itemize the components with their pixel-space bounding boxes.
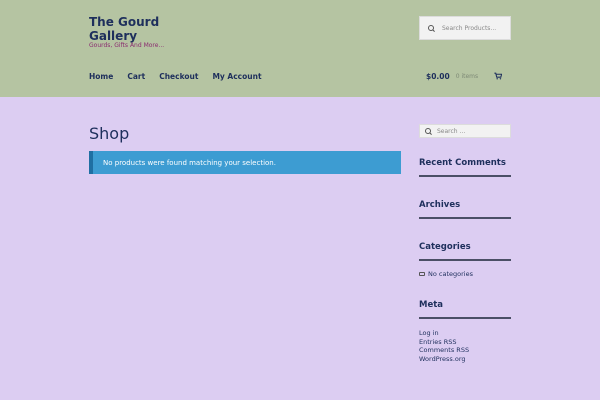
nav-item-my-account[interactable]: My Account [212,72,261,81]
sidebar-search-placeholder: Search ... [437,127,466,135]
search-icon [428,24,435,32]
sidebar-search-field[interactable]: Search ... [419,124,511,138]
no-categories-text: No categories [428,270,473,278]
meta-heading: Meta [419,300,511,319]
nav-item-cart[interactable]: Cart [127,72,145,81]
nav-item-checkout[interactable]: Checkout [159,72,198,81]
meta-link-comments-rss[interactable]: Comments RSS [419,346,469,355]
folder-icon [419,271,425,277]
meta-link-log-in[interactable]: Log in [419,329,469,338]
site-title[interactable]: The Gourd Gallery [89,15,169,43]
shopping-cart-icon [494,72,502,80]
info-notice: No products were found matching your sel… [89,151,401,174]
recent-comments-heading: Recent Comments [419,158,511,177]
cart-amount: $0.00 [426,72,450,81]
meta-link-wordpress[interactable]: WordPress.org [419,355,469,364]
meta-links: Log in Entries RSS Comments RSS WordPres… [419,329,469,363]
product-search-field[interactable]: Search Products... [419,16,511,40]
page-title: Shop [89,124,130,143]
categories-list: No categories [419,270,473,279]
product-search-placeholder: Search Products... [442,24,497,32]
archives-heading: Archives [419,200,511,219]
cart-count: 0 items [455,73,479,80]
header-cart[interactable]: $0.00 0 items [426,72,502,81]
categories-heading: Categories [419,242,511,261]
site-tagline: Gourds, Gifts And More... [89,42,165,49]
nav-item-home[interactable]: Home [89,72,113,81]
primary-navigation: Home Cart Checkout My Account [89,72,262,81]
meta-link-entries-rss[interactable]: Entries RSS [419,338,469,347]
search-icon [425,127,432,135]
site-header: The Gourd Gallery Gourds, Gifts And More… [0,0,600,97]
